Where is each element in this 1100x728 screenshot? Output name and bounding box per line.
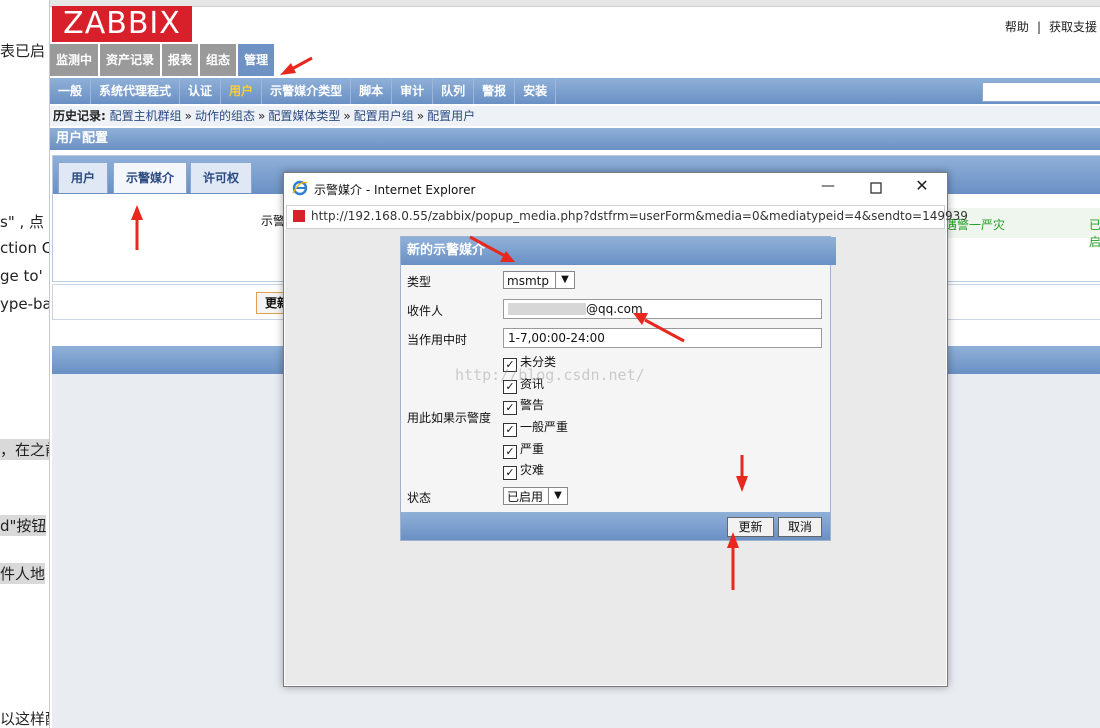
annotation-arrow [736,455,748,492]
annotation-arrow [131,205,143,250]
annotation-arrow [469,235,515,262]
annotation-arrow [280,56,313,75]
annotation-arrow [727,532,739,590]
annotation-arrows [131,56,748,590]
annotation-arrow [633,313,685,343]
